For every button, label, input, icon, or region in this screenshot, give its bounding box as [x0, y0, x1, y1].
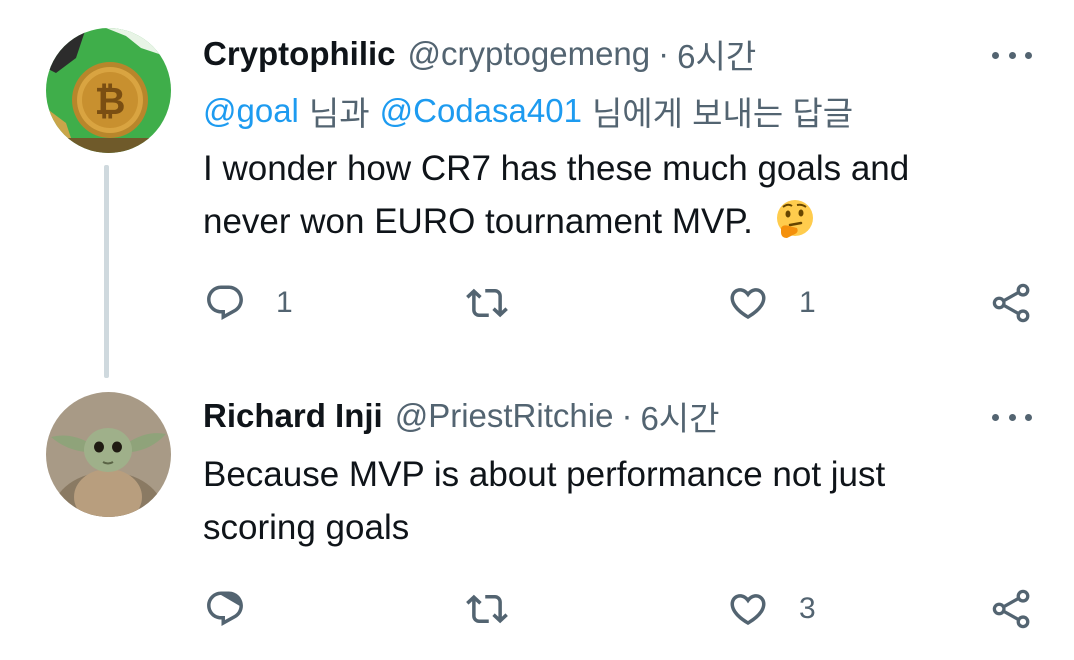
avatar[interactable]	[46, 392, 171, 517]
tweet-text: I wonder how CR7 has these much goals an…	[203, 142, 1003, 248]
tweet-actions: 1 1	[0, 278, 1074, 328]
tweet-actions: 3	[0, 584, 1074, 634]
author-name[interactable]: Richard Inji	[203, 397, 383, 435]
tweet-header: Cryptophilic @cryptogemeng · 6시간	[203, 32, 756, 76]
like-icon	[730, 288, 766, 320]
reply-button[interactable]	[204, 584, 276, 634]
avatar[interactable]: ₿	[46, 28, 171, 153]
baby-yoda-avatar-image	[46, 392, 171, 517]
share-button[interactable]	[990, 278, 1034, 328]
timestamp[interactable]: 6시간	[640, 392, 719, 440]
retweet-icon	[466, 594, 508, 624]
share-icon	[992, 283, 1030, 323]
like-button[interactable]: 1	[727, 278, 816, 328]
like-count: 3	[799, 592, 816, 625]
thinking-face-emoji	[776, 199, 813, 238]
retweet-button[interactable]	[466, 278, 538, 328]
reply-count: 1	[276, 286, 293, 319]
mention-link[interactable]: @Codasa401	[380, 92, 582, 130]
retweet-icon	[466, 288, 508, 318]
author-handle[interactable]: @PriestRitchie	[395, 397, 614, 435]
tweet[interactable]: ₿ Cryptophilic @cryptogemeng · 6시간 @goal…	[0, 0, 1074, 384]
tweet-text: Because MVP is about performance not jus…	[203, 448, 1003, 554]
reply-to-text: 님에게 보내는 답글	[591, 95, 854, 132]
more-icon[interactable]	[992, 40, 1032, 70]
more-icon[interactable]	[992, 402, 1032, 432]
bitcoin-avatar-image: ₿	[46, 28, 171, 153]
separator-dot: ·	[658, 35, 670, 72]
retweet-button[interactable]	[466, 584, 538, 634]
author-name[interactable]: Cryptophilic	[203, 35, 396, 73]
separator-dot: ·	[621, 397, 633, 434]
tweet-text-content: Because MVP is about performance not jus…	[203, 455, 886, 547]
mention-link[interactable]: @goal	[203, 92, 299, 130]
svg-text:₿: ₿	[95, 79, 126, 123]
timestamp[interactable]: 6시간	[677, 30, 756, 78]
reply-icon	[207, 285, 243, 320]
share-button[interactable]	[990, 584, 1034, 634]
reply-button[interactable]: 1	[204, 278, 293, 328]
like-icon	[730, 594, 766, 626]
author-handle[interactable]: @cryptogemeng	[408, 35, 651, 73]
thread-line	[104, 165, 109, 378]
reply-to-text: 님과	[308, 95, 370, 132]
like-button[interactable]: 3	[727, 584, 816, 634]
tweet[interactable]: Richard Inji @PriestRitchie · 6시간 Becaus…	[0, 384, 1074, 660]
share-icon	[992, 589, 1030, 629]
replying-to: @goal 님과 @Codasa401 님에게 보내는 답글	[203, 86, 853, 136]
like-count: 1	[799, 286, 816, 319]
reply-icon	[207, 591, 243, 626]
tweet-header: Richard Inji @PriestRitchie · 6시간	[203, 394, 720, 438]
